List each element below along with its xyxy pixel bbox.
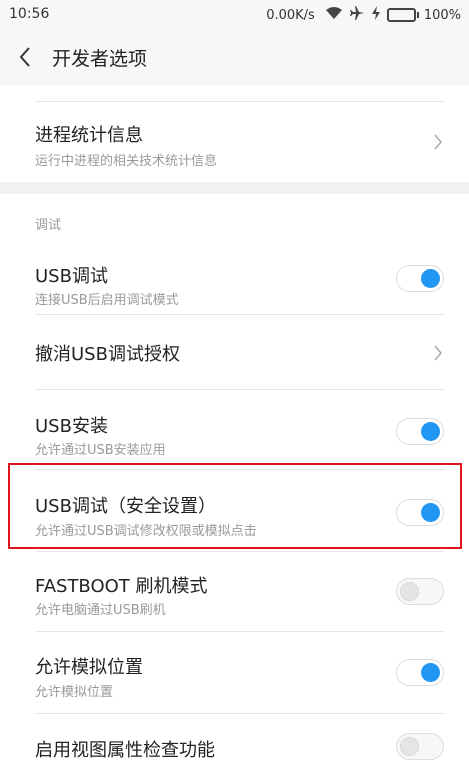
list-top-partial	[0, 85, 469, 102]
setting-subtitle: 允许电脑通过USB刷机	[35, 603, 166, 618]
usb-debug-toggle[interactable]	[396, 265, 444, 292]
setting-title: FASTBOOT 刷机模式	[35, 576, 208, 597]
status-time: 10:56	[9, 6, 50, 22]
section-divider	[0, 182, 469, 194]
airplane-icon	[349, 6, 365, 24]
settings-list: 进程统计信息 运行中进程的相关技术统计信息 调试 USB调试 连接USB后启用调…	[0, 85, 469, 766]
setting-title: 进程统计信息	[35, 125, 143, 146]
setting-process-stats[interactable]: 进程统计信息 运行中进程的相关技术统计信息	[0, 102, 469, 182]
title-bar: 开发者选项	[0, 30, 469, 85]
page-title: 开发者选项	[52, 48, 148, 70]
setting-title: USB调试	[35, 266, 108, 287]
setting-subtitle: 允许通过USB安装应用	[35, 443, 166, 458]
status-bar: 10:56 0.00K/s 100%	[0, 0, 469, 30]
setting-usb-debug[interactable]: USB调试 连接USB后启用调试模式	[0, 240, 469, 315]
setting-fastboot[interactable]: FASTBOOT 刷机模式 允许电脑通过USB刷机	[0, 552, 469, 632]
view-attr-toggle[interactable]	[396, 733, 444, 760]
section-header-debug: 调试	[0, 194, 469, 240]
network-speed: 0.00K/s	[266, 7, 315, 23]
chevron-left-icon[interactable]	[16, 45, 36, 69]
section-title: 调试	[35, 218, 62, 233]
chevron-right-icon	[433, 134, 443, 150]
highlight-box	[8, 463, 462, 549]
setting-title: 允许模拟位置	[35, 657, 143, 678]
setting-usb-install[interactable]: USB安装 允许通过USB安装应用	[0, 390, 469, 470]
setting-subtitle: 运行中进程的相关技术统计信息	[35, 154, 218, 169]
battery-icon	[386, 8, 419, 22]
battery-percent: 100%	[423, 7, 461, 23]
setting-title: 启用视图属性检查功能	[35, 740, 215, 761]
setting-view-attr[interactable]: 启用视图属性检查功能	[0, 714, 469, 766]
setting-title: 撤消USB调试授权	[35, 344, 180, 365]
mock-location-toggle[interactable]	[396, 659, 444, 686]
wifi-icon	[325, 6, 343, 24]
setting-subtitle: 连接USB后启用调试模式	[35, 293, 179, 308]
fastboot-toggle[interactable]	[396, 578, 444, 605]
setting-mock-location[interactable]: 允许模拟位置 允许模拟位置	[0, 632, 469, 714]
setting-revoke-usb[interactable]: 撤消USB调试授权	[0, 315, 469, 390]
charging-icon	[371, 6, 381, 24]
chevron-right-icon	[433, 345, 443, 361]
status-icons: 0.00K/s 100%	[266, 6, 461, 24]
setting-subtitle: 允许模拟位置	[35, 685, 114, 700]
setting-title: USB安装	[35, 416, 108, 437]
usb-install-toggle[interactable]	[396, 418, 444, 445]
